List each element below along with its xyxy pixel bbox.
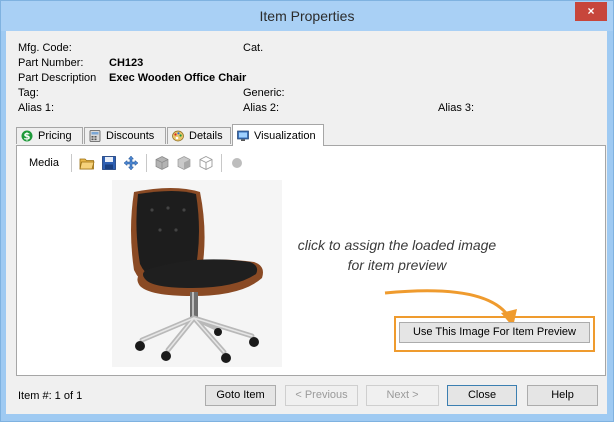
- part-description-value: Exec Wooden Office Chair: [109, 72, 247, 84]
- chair-preview-image: [112, 180, 282, 367]
- cat-label: Cat.: [243, 42, 264, 54]
- goto-item-button[interactable]: Goto Item: [205, 385, 276, 406]
- part-number-value: CH123: [109, 57, 144, 69]
- svg-text:$: $: [24, 132, 31, 143]
- tab-pricing-label: Pricing: [38, 130, 72, 142]
- next-button[interactable]: Next >: [366, 385, 439, 406]
- tab-details-label: Details: [189, 130, 223, 142]
- media-label: Media: [29, 157, 59, 169]
- cube-shaded-icon[interactable]: [176, 155, 192, 171]
- alias2-label: Alias 2:: [243, 102, 280, 114]
- dollar-icon: $: [21, 130, 33, 142]
- tab-details[interactable]: Details: [167, 127, 231, 144]
- toolbar-separator: [145, 154, 147, 172]
- dialog-body: Mfg. Code: Cat. Part Number: CH123 Part …: [6, 31, 607, 414]
- item-counter: Item #: 1 of 1: [18, 390, 83, 402]
- part-number-label: Part Number:: [18, 57, 84, 69]
- tab-visualization[interactable]: Visualization: [232, 124, 324, 146]
- generic-label: Generic:: [243, 87, 285, 99]
- tab-discounts-label: Discounts: [106, 130, 155, 142]
- window-close-button[interactable]: ×: [575, 2, 607, 21]
- use-image-for-preview-button[interactable]: Use This Image For Item Preview: [399, 322, 590, 343]
- save-icon[interactable]: [101, 155, 117, 171]
- callout-text: click to assign the loaded image for ite…: [297, 237, 497, 273]
- tag-label: Tag:: [18, 87, 39, 99]
- open-folder-icon[interactable]: [79, 155, 95, 171]
- circle-icon[interactable]: [229, 155, 245, 171]
- palette-icon: [172, 130, 184, 142]
- toolbar-separator: [70, 154, 72, 172]
- visualization-panel: Media click to assign the loaded image f…: [16, 145, 606, 376]
- help-button[interactable]: Help: [527, 385, 598, 406]
- move-icon[interactable]: [123, 155, 139, 171]
- tab-pricing[interactable]: $ Pricing: [16, 127, 83, 144]
- monitor-icon: [237, 130, 249, 141]
- part-description-label: Part Description: [18, 72, 97, 84]
- title-bar[interactable]: Item Properties ×: [1, 1, 613, 31]
- tab-visualization-label: Visualization: [254, 129, 316, 142]
- item-properties-window: Item Properties × Mfg. Code: Cat. Part N…: [0, 0, 614, 422]
- alias1-label: Alias 1:: [18, 102, 55, 114]
- tab-strip: $ Pricing Discounts Details Visualizatio…: [16, 124, 606, 146]
- tab-discounts[interactable]: Discounts: [84, 127, 166, 144]
- mfg-code-label: Mfg. Code:: [18, 42, 72, 54]
- calculator-icon: [89, 130, 101, 142]
- toolbar-separator: [220, 154, 222, 172]
- cube-solid-icon[interactable]: [154, 155, 170, 171]
- window-title: Item Properties: [259, 8, 355, 24]
- media-toolbar: Media: [29, 154, 248, 172]
- previous-button[interactable]: < Previous: [285, 385, 358, 406]
- cube-wire-icon[interactable]: [198, 155, 214, 171]
- close-button[interactable]: Close: [447, 385, 517, 406]
- alias3-label: Alias 3:: [438, 102, 475, 114]
